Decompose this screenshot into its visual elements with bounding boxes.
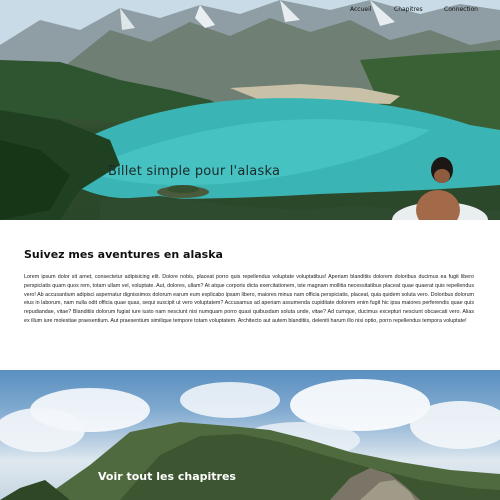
chapters-banner[interactable]: Voir tout les chapitres xyxy=(0,370,500,500)
hero-banner: Accueil Chapitres Connection Billet simp… xyxy=(0,0,500,220)
view-all-chapters-link[interactable]: Voir tout les chapitres xyxy=(98,470,236,483)
hero-title: Billet simple pour l'alaska xyxy=(108,164,281,179)
about-section: Suivez mes aventures en alaska Lorem ips… xyxy=(0,220,500,370)
nav-link-connection[interactable]: Connection xyxy=(444,6,478,13)
nav-link-accueil[interactable]: Accueil xyxy=(350,6,371,13)
nav-link-chapitres[interactable]: Chapitres xyxy=(394,6,423,13)
hero-landscape-image xyxy=(0,0,500,220)
about-body-text: Lorem ipsum dolor sit amet, consectetur … xyxy=(24,274,474,324)
mountain-landscape-image xyxy=(0,379,500,500)
about-heading: Suivez mes aventures en alaska xyxy=(24,248,223,261)
